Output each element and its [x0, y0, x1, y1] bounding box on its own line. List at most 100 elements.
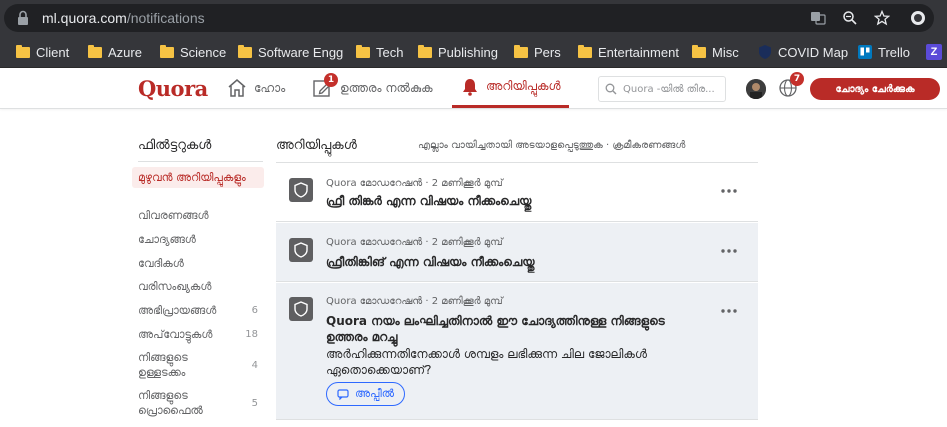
shield-icon [294, 301, 308, 317]
add-question-button[interactable]: ചോദ്യം ചേർക്കുക [810, 78, 940, 100]
folder-icon [514, 44, 528, 58]
moderation-tile [289, 297, 313, 321]
filter-count: 6 [251, 305, 258, 316]
folder-icon [16, 44, 30, 58]
notification-question[interactable]: അർഹിക്കുന്നതിനേക്കാൾ ശമ്പളം ലഭിക്കുന്ന ച… [326, 346, 666, 378]
notification-text[interactable]: ഫ്രീ തിങ്കർ എന്ന വിഷയം നീക്കംചെയ്തു [326, 193, 686, 209]
bookmark-client[interactable]: Client [16, 42, 69, 62]
nav-home[interactable]: ഹോം [226, 68, 285, 108]
translate-icon[interactable] [810, 10, 826, 26]
url-host: ml.quora.com [42, 10, 127, 26]
filter-your-content[interactable]: നിങ്ങളുടെ ഉള്ളടക്കം 4 [132, 347, 264, 383]
search-icon [605, 83, 617, 95]
bookmark-label: Trello [878, 44, 911, 60]
notification-item[interactable]: Quora മോഡറേഷൻ · 2 മണിക്കൂർ മുമ്പ് ഫ്രീതി… [276, 223, 758, 282]
answer-badge: 1 [324, 73, 338, 87]
notifications-title: അറിയിപ്പുകൾ [276, 138, 357, 153]
folder-icon [160, 44, 174, 58]
notification-meta: Quora മോഡറേഷൻ · 2 മണിക്കൂർ മുമ്പ് [326, 296, 503, 307]
bookmark-label: Entertainment [598, 44, 679, 60]
bookmark-pers[interactable]: Pers [514, 42, 561, 62]
bookmark-tech[interactable]: Tech [356, 42, 403, 62]
filter-spaces[interactable]: വേദികൾ [132, 253, 264, 274]
more-options-icon[interactable] [720, 308, 738, 314]
shield-icon [294, 242, 308, 258]
search-placeholder: Quora -യിൽ തിര... [623, 83, 715, 95]
filter-label: നിങ്ങളുടെ ഉള്ളടക്കം [138, 351, 188, 379]
bookmark-overflow[interactable]: Z [926, 42, 942, 62]
quora-logo[interactable]: Quora [138, 76, 208, 101]
notification-text[interactable]: Quora നയം ലംഘിച്ചതിനാൽ ഈ ചോദ്യത്തിനുള്ള … [326, 313, 666, 345]
bookmark-label: COVID Map [778, 44, 849, 60]
filter-label: നിങ്ങളുടെ പ്രൊഫൈൽ [138, 389, 203, 417]
bookmark-covid-map[interactable]: COVID Map [758, 42, 848, 62]
bookmark-entertainment[interactable]: Entertainment [578, 42, 679, 62]
user-avatar-icon [746, 79, 766, 99]
bell-icon [463, 78, 477, 96]
globe-badge: 7 [790, 72, 804, 86]
nav-answer[interactable]: 1 ഉത്തരം നൽകുക [312, 68, 433, 108]
filter-label: ചോദ്യങ്ങൾ [138, 233, 196, 246]
notification-text[interactable]: ഫ്രീതിങ്കിങ് എന്ന വിഷയം നീക്കംചെയ്തു [326, 254, 686, 270]
answer-icon-wrap: 1 [312, 73, 338, 99]
avatar[interactable] [746, 79, 766, 99]
star-icon[interactable] [874, 10, 890, 26]
filter-descriptions[interactable]: വിവരണങ്ങൾ [132, 205, 264, 226]
bookmark-software-engg[interactable]: Software Engg [238, 42, 343, 62]
bookmark-publishing[interactable]: Publishing [418, 42, 498, 62]
filter-count: 18 [245, 329, 258, 340]
filter-subscriptions[interactable]: വരിസംഖ്യകൾ [132, 276, 264, 297]
zoom-icon[interactable] [842, 10, 858, 26]
app-z-icon: Z [926, 44, 942, 60]
appeal-icon [337, 389, 349, 400]
filter-count: 5 [251, 397, 258, 409]
folder-icon [238, 44, 252, 58]
bookmark-label: Pers [534, 44, 561, 60]
trello-icon [858, 45, 872, 59]
notification-item[interactable]: Quora മോഡറേഷൻ · 2 മണിക്കൂർ മുമ്പ് Quora … [276, 283, 758, 420]
bookmark-misc[interactable]: Misc [692, 42, 739, 62]
folder-icon [692, 44, 706, 58]
nav-notifications[interactable]: അറിയിപ്പുകൾ [452, 68, 569, 108]
filter-label: അഭിപ്രായങ്ങൾ [138, 304, 217, 317]
filter-your-profile[interactable]: നിങ്ങളുടെ പ്രൊഫൈൽ 5 [132, 385, 264, 421]
language-menu[interactable]: 7 [778, 72, 804, 98]
bookmark-label: Azure [108, 44, 142, 60]
nav-answer-label: ഉത്തരം നൽകുക [340, 80, 433, 95]
bookmark-label: Publishing [438, 44, 498, 60]
notification-meta: Quora മോഡറേഷൻ · 2 മണിക്കൂർ മുമ്പ് [326, 237, 503, 248]
folder-icon [88, 44, 102, 58]
filter-label: വിവരണങ്ങൾ [138, 209, 209, 222]
more-options-icon[interactable] [720, 188, 738, 194]
filter-upvotes[interactable]: അപ്‌വോട്ടുകൾ 18 [132, 324, 264, 345]
filter-label: അപ്‌വോട്ടുകൾ [138, 328, 213, 341]
notification-meta: Quora മോഡറേഷൻ · 2 മണിക്കൂർ മുമ്പ് [326, 178, 503, 189]
search-input[interactable]: Quora -യിൽ തിര... [598, 76, 726, 102]
browser-toolbar: ml.quora.com/notifications [0, 0, 947, 36]
bookmark-science[interactable]: Science [160, 42, 226, 62]
url-path: /notifications [126, 10, 205, 26]
appeal-label: അപ്പീൽ [355, 387, 395, 400]
filter-questions[interactable]: ചോദ്യങ്ങൾ [132, 229, 264, 250]
bookmark-trello[interactable]: Trello [858, 42, 910, 62]
bookmarks-bar: Client Azure Science Software Engg Tech … [0, 36, 947, 68]
moderation-tile [289, 178, 313, 202]
more-options-icon[interactable] [720, 248, 738, 254]
filter-comments[interactable]: അഭിപ്രായങ്ങൾ 6 [132, 300, 264, 321]
filter-all[interactable]: മുഴുവൻ അറിയിപ്പുകളും [132, 167, 264, 188]
nav-home-label: ഹോം [254, 80, 286, 95]
moderation-tile [289, 238, 313, 262]
address-bar[interactable]: ml.quora.com/notifications [4, 4, 934, 32]
bookmark-azure[interactable]: Azure [88, 42, 142, 62]
shield-icon [294, 182, 308, 198]
notifications-actions[interactable]: എല്ലാം വായിച്ചതായി അടയാളപ്പെടുത്തുക · ക്… [418, 140, 685, 151]
shield-icon [759, 45, 771, 59]
url-text[interactable]: ml.quora.com/notifications [42, 10, 205, 26]
appeal-button[interactable]: അപ്പീൽ [326, 382, 406, 406]
home-icon [228, 79, 246, 97]
profile-icon[interactable] [910, 10, 926, 26]
nav-notifications-label: അറിയിപ്പുകൾ [486, 79, 561, 93]
filters-title: ഫിൽട്ടറുകൾ [138, 138, 263, 162]
notification-item[interactable]: Quora മോഡറേഷൻ · 2 മണിക്കൂർ മുമ്പ് ഫ്രീ ത… [276, 163, 758, 222]
filter-count: 4 [251, 359, 258, 371]
